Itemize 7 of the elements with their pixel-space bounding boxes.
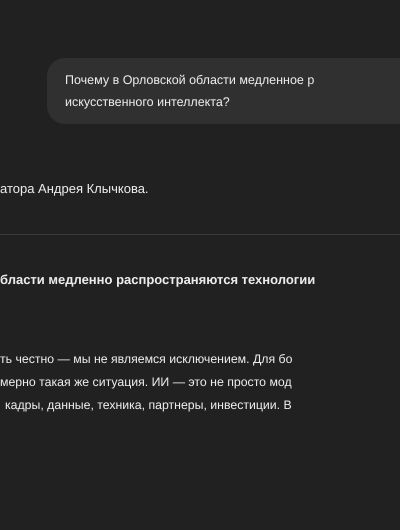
answer-text: кадры, данные, техника, партнеры, инвестиции. В bbox=[4, 397, 293, 413]
answer-text: мерно такая же ситуация. ИИ — это не просто мод bbox=[0, 374, 293, 390]
message-text: Почему в Орловской области медленное р bbox=[65, 72, 316, 88]
answer-heading: бласти медленно распространяются технологии bbox=[0, 271, 316, 289]
reply-text: атора Андрея Клычкова. bbox=[0, 181, 150, 197]
message-text: искусственного интеллекта? bbox=[65, 94, 231, 110]
answer-text: ть честно — мы не являемся исключением. Для бо bbox=[0, 351, 294, 367]
